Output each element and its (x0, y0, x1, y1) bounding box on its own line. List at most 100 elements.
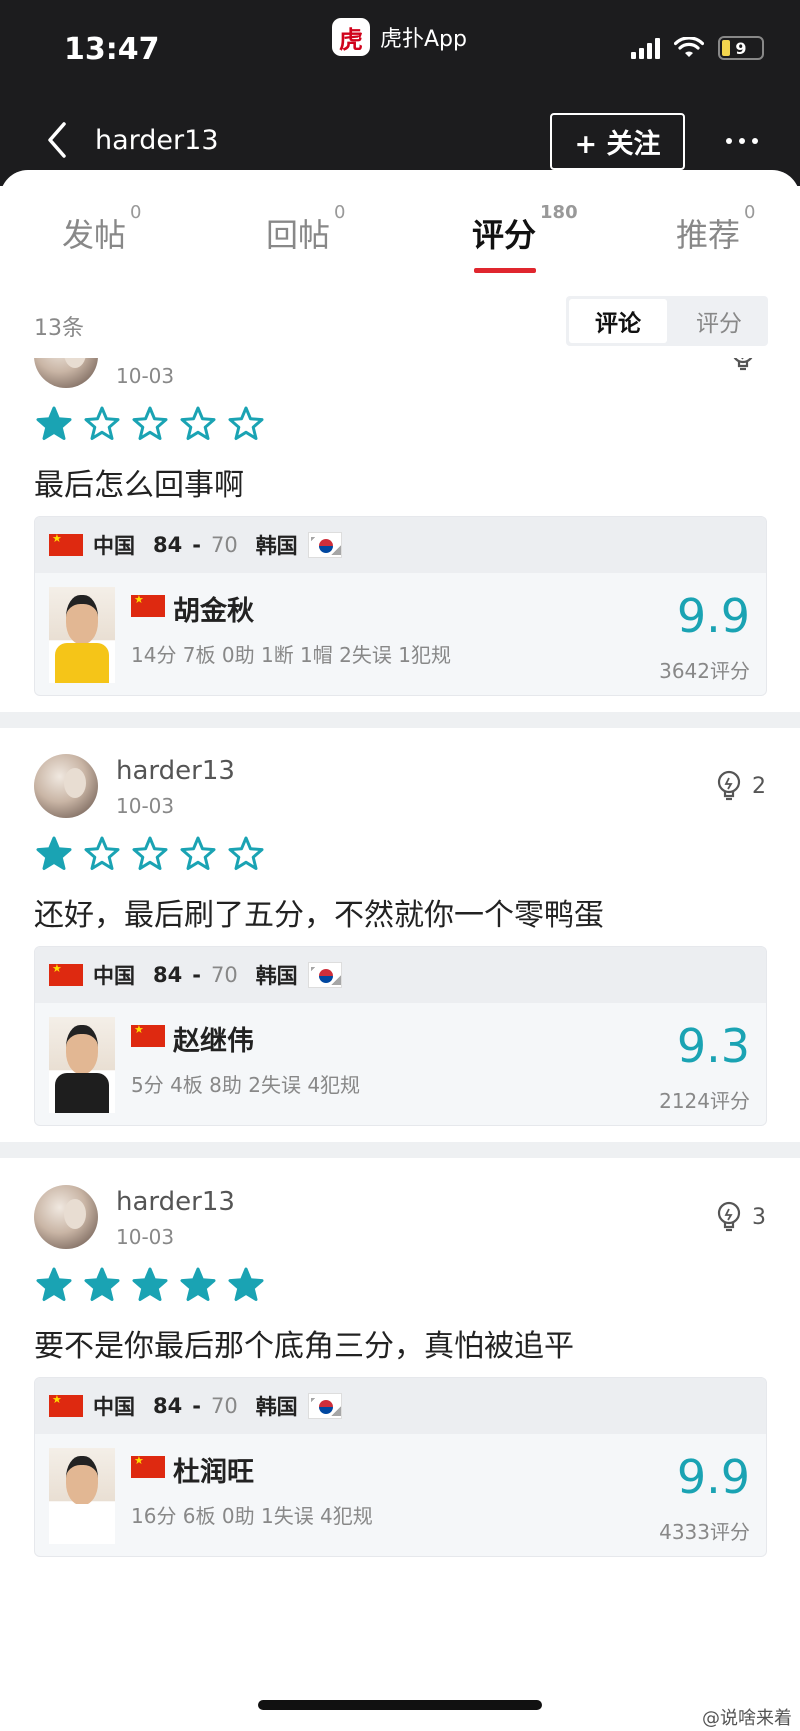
china-flag-icon (131, 1023, 165, 1047)
lightbulb-icon (717, 770, 741, 801)
status-time: 13:47 (64, 32, 160, 67)
home-team: 中国 (93, 534, 135, 558)
signal-icon (631, 37, 660, 59)
star-empty-icon (228, 406, 264, 440)
star-empty-icon (84, 836, 120, 870)
player-photo (49, 1448, 115, 1544)
star-filled-icon (132, 1267, 168, 1301)
tab-replies[interactable]: 回帖 0 (266, 202, 345, 256)
like-counter[interactable]: 3 (716, 1201, 766, 1233)
home-indicator[interactable] (258, 1700, 542, 1710)
star-empty-icon (84, 406, 120, 440)
home-team: 中国 (93, 964, 135, 988)
star-filled-icon (36, 836, 72, 870)
score-dash: - (192, 963, 201, 987)
player-score: 9.9 (676, 589, 750, 643)
nav-title: harder13 (95, 125, 219, 156)
back-arrow-icon[interactable] (42, 120, 72, 160)
comment-text: 还好，最后刷了五分，不然就你一个零鸭蛋 (34, 898, 604, 933)
china-flag-icon (131, 593, 165, 617)
top-bar: 13:47 虎 虎扑App 9 harder13 + 关注 (0, 0, 800, 186)
filter-bar: 13条 评论 评分 (0, 288, 800, 358)
home-score: 84 (153, 1394, 183, 1418)
app-name: 虎扑App (380, 27, 467, 52)
avatar[interactable] (34, 1185, 98, 1249)
avatar[interactable] (34, 754, 98, 818)
like-count: 2 (752, 773, 766, 799)
tab-label: 发帖 (62, 216, 127, 254)
rating-card[interactable]: 10-03 最后怎么回事啊 中国 84 - 70 韩国 (0, 358, 800, 712)
korea-flag-icon (307, 1393, 342, 1419)
game-card[interactable]: 中国 84 - 70 韩国 赵继伟 5分 4板 8助 2失误 4犯规 9.3 2… (34, 946, 767, 1126)
player-stats: 5分 4板 8助 2失误 4犯规 (131, 1073, 361, 1097)
player-stats: 14分 7板 0助 1断 1帽 2失误 1犯规 (131, 643, 451, 667)
tab-label: 推荐 (676, 216, 741, 254)
tab-recommend[interactable]: 推荐 0 (676, 202, 755, 256)
player-score: 9.9 (676, 1450, 750, 1504)
game-header: 中国 84 - 70 韩国 (35, 517, 766, 573)
card-separator (0, 1142, 800, 1158)
star-empty-icon (180, 836, 216, 870)
away-team: 韩国 (255, 964, 298, 988)
comment-text: 最后怎么回事啊 (34, 468, 244, 503)
away-team: 韩国 (255, 1395, 298, 1419)
korea-flag-icon (307, 532, 342, 558)
lightbulb-icon (717, 1201, 741, 1232)
user-name[interactable]: harder13 (116, 756, 235, 786)
battery-level: 9 (735, 38, 747, 58)
tab-label: 回帖 (266, 216, 331, 254)
player-row[interactable]: 胡金秋 14分 7板 0助 1断 1帽 2失误 1犯规 9.9 3642评分 (35, 573, 766, 695)
player-photo (49, 1017, 115, 1113)
player-name: 赵继伟 (173, 1026, 254, 1057)
active-tab-indicator (474, 268, 536, 273)
tab-label: 评分 (472, 216, 537, 254)
follow-button[interactable]: + 关注 (550, 113, 685, 170)
segment-control: 评论 评分 (566, 296, 768, 346)
score-dash: - (192, 533, 201, 557)
tab-ratings[interactable]: 评分 180 (472, 202, 578, 256)
star-empty-icon (228, 836, 264, 870)
game-card[interactable]: 中国 84 - 70 韩国 杜润旺 16分 6板 0助 1失误 4犯规 9.9 … (34, 1377, 767, 1557)
rating-card[interactable]: harder13 10-03 3 要不是你最后那个底角三分，真怕被追平 中国 8… (0, 1173, 800, 1573)
result-count: 13条 (34, 316, 84, 341)
star-empty-icon (180, 406, 216, 440)
china-flag-icon (49, 962, 83, 986)
china-flag-icon (49, 532, 83, 556)
user-name[interactable]: harder13 (116, 1187, 235, 1217)
segment-ratings[interactable]: 评分 (670, 296, 768, 346)
rating-count: 2124评分 (659, 1089, 750, 1113)
star-rating (36, 406, 264, 442)
app-chip[interactable]: 虎 虎扑App (332, 18, 467, 56)
segment-comments[interactable]: 评论 (569, 299, 667, 343)
tab-posts[interactable]: 发帖 0 (62, 202, 141, 256)
profile-tabs: 发帖 0 回帖 0 评分 180 推荐 0 (0, 196, 800, 280)
like-counter[interactable]: 2 (716, 770, 766, 802)
comment-text: 要不是你最后那个底角三分，真怕被追平 (34, 1329, 574, 1364)
wifi-icon (674, 37, 704, 57)
like-counter[interactable] (730, 358, 766, 372)
game-header: 中国 84 - 70 韩国 (35, 1378, 766, 1434)
home-score: 84 (153, 533, 183, 557)
away-score: 70 (210, 1394, 238, 1418)
avatar[interactable] (34, 358, 98, 388)
star-filled-icon (36, 1267, 72, 1301)
lightbulb-icon (733, 358, 753, 371)
star-empty-icon (132, 836, 168, 870)
player-stats: 16分 6板 0助 1失误 4犯规 (131, 1504, 373, 1528)
player-photo (49, 587, 115, 683)
game-header: 中国 84 - 70 韩国 (35, 947, 766, 1003)
player-row[interactable]: 杜润旺 16分 6板 0助 1失误 4犯规 9.9 4333评分 (35, 1434, 766, 1556)
player-name: 胡金秋 (173, 596, 254, 627)
home-team: 中国 (93, 1395, 135, 1419)
star-empty-icon (132, 406, 168, 440)
rating-feed: 10-03 最后怎么回事啊 中国 84 - 70 韩国 (0, 358, 800, 1706)
star-filled-icon (84, 1267, 120, 1301)
player-row[interactable]: 赵继伟 5分 4板 8助 2失误 4犯规 9.3 2124评分 (35, 1003, 766, 1125)
card-separator (0, 712, 800, 728)
game-card[interactable]: 中国 84 - 70 韩国 胡金秋 14分 7板 0助 1断 1帽 2失误 1犯… (34, 516, 767, 696)
rating-card[interactable]: harder13 10-03 2 还好，最后刷了五分，不然就你一个零鸭蛋 中国 … (0, 742, 800, 1142)
more-icon[interactable] (726, 138, 758, 144)
post-date: 10-03 (116, 794, 175, 818)
star-rating (36, 836, 264, 872)
away-score: 70 (210, 533, 238, 557)
